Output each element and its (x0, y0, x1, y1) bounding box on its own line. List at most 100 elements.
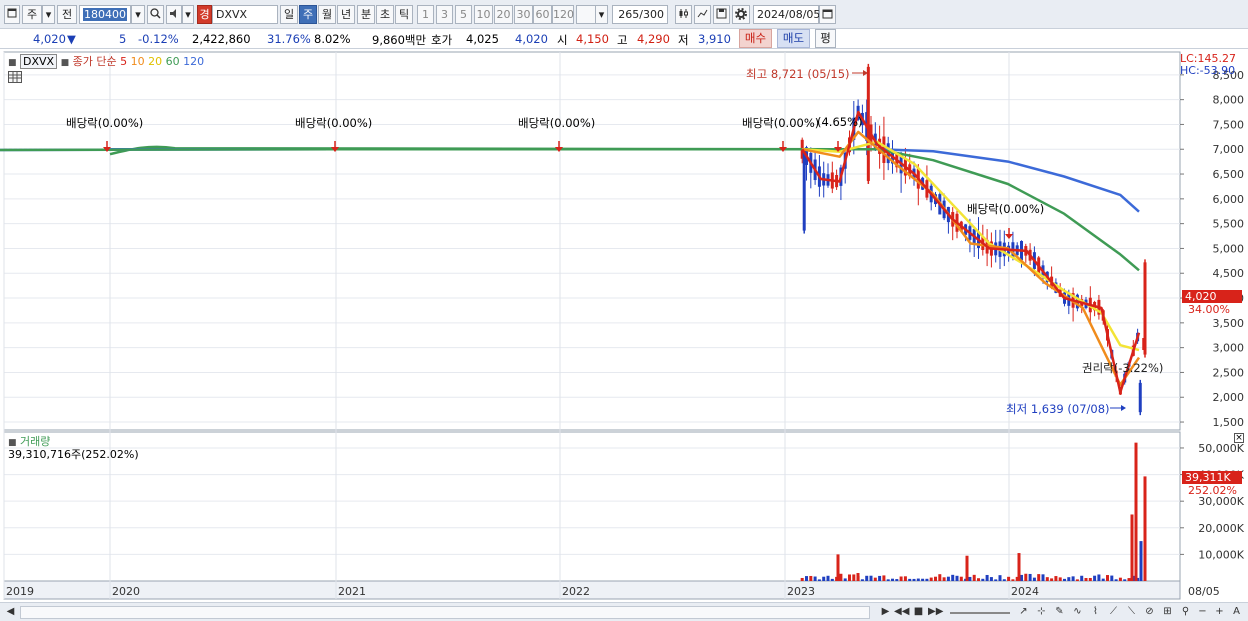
save-icon[interactable] (713, 5, 730, 24)
interval-1[interactable]: 1 (417, 5, 434, 24)
volume-current-tag: 39,311K (1182, 471, 1242, 484)
tab-minute[interactable]: 분 (357, 5, 375, 24)
legend-ma20: 20 (148, 55, 163, 68)
draw-tool-icon[interactable]: ⟍ (1124, 605, 1139, 620)
prev-button[interactable]: 전 (57, 5, 77, 24)
code-dropdown-icon[interactable]: ▾ (131, 5, 145, 24)
volume-bar (891, 578, 895, 581)
volume-bar (852, 574, 856, 581)
tab-month[interactable]: 월 (318, 5, 336, 24)
volume-bar (1075, 579, 1079, 581)
volume-bar (1134, 442, 1138, 581)
volume-bar (813, 576, 817, 581)
candle-type-icon[interactable] (675, 5, 692, 24)
sound-dropdown-icon[interactable]: ▾ (182, 5, 194, 24)
ask-label: 호가 (431, 33, 453, 47)
fast-forward-icon[interactable]: ▶▶ (928, 605, 943, 620)
interval-120[interactable]: 120 (552, 5, 574, 24)
symbol-label[interactable]: DXVX (20, 54, 58, 69)
zoom-in-icon[interactable]: + (1212, 605, 1227, 620)
volume-tick-label: 20,000K (1198, 522, 1244, 535)
low-annotation: 최저 1,639 (07/08) (1006, 402, 1110, 416)
volume-bar (1054, 576, 1058, 581)
interval-5[interactable]: 5 (455, 5, 472, 24)
volume-bar (830, 578, 834, 581)
volume-bar (981, 578, 985, 581)
legend-ma60: 60 (165, 55, 180, 68)
tab-week[interactable]: 주 (299, 5, 317, 24)
bar-count-field[interactable]: 265/300 (612, 5, 668, 24)
volume-bar (1024, 573, 1028, 581)
period-select[interactable]: 주 (22, 5, 42, 24)
settings-gear-icon[interactable] (732, 5, 750, 24)
window-icon[interactable] (4, 5, 20, 24)
scroll-track[interactable] (20, 606, 870, 619)
draw-tool-icon[interactable]: ∿ (1070, 605, 1085, 620)
stock-code-input[interactable]: 180400 (79, 5, 131, 24)
interval-10[interactable]: 10 (474, 5, 493, 24)
volume-bar (925, 578, 929, 581)
font-size-icon[interactable]: A (1229, 605, 1244, 620)
volume-bar (1114, 579, 1118, 581)
interval-3[interactable]: 3 (436, 5, 453, 24)
date-field[interactable]: 2024/08/05 (753, 5, 820, 24)
speed-slider[interactable] (950, 612, 1010, 614)
tab-day[interactable]: 일 (280, 5, 298, 24)
volume-bar (1058, 577, 1062, 581)
zoom-search-icon[interactable]: ⚲ (1178, 605, 1193, 620)
price-legend: ■ DXVX ■ 종가 단순 5 10 20 60 120 (8, 53, 204, 69)
volume-bar (965, 555, 969, 581)
tab-second[interactable]: 초 (376, 5, 394, 24)
interval-30[interactable]: 30 (514, 5, 533, 24)
sound-icon[interactable] (166, 5, 182, 24)
price-tick-label: 4,500 (1213, 267, 1245, 280)
draw-tool-icon[interactable]: ✎ (1052, 605, 1067, 620)
dividend-annotation: 배당락(0.00%) (518, 116, 596, 130)
zoom-out-icon[interactable]: − (1195, 605, 1210, 620)
high-price: 4,290 (637, 32, 670, 46)
volume-bar (955, 575, 959, 581)
sell-button[interactable]: 매도 (777, 29, 810, 48)
custom-interval-dropdown-icon[interactable]: ▾ (595, 5, 608, 24)
close-pane-icon[interactable]: × (1234, 433, 1244, 443)
x-axis-bar (3, 580, 1181, 600)
volume-bar (989, 577, 993, 581)
draw-tool-icon[interactable]: ⊘ (1142, 605, 1157, 620)
tab-tick[interactable]: 틱 (395, 5, 413, 24)
volume-bar (1123, 579, 1127, 581)
buy-button[interactable]: 매수 (739, 29, 772, 48)
volume-bar (972, 574, 976, 581)
draw-tool-icon[interactable]: ⟋ (1106, 605, 1121, 620)
current-pct-tag: 34.00% (1188, 303, 1230, 316)
indicator-icon[interactable] (694, 5, 711, 24)
tab-year[interactable]: 년 (337, 5, 355, 24)
stop-icon[interactable]: ■ (911, 605, 926, 620)
volume-bar (882, 575, 886, 581)
interval-20[interactable]: 20 (494, 5, 513, 24)
draw-tool-icon[interactable]: ⌇ (1088, 605, 1103, 620)
chart-canvas[interactable]: 1,5002,0002,5003,0003,5004,0004,5005,000… (0, 50, 1248, 602)
calendar-icon[interactable] (819, 5, 836, 24)
volume-bar (899, 576, 903, 581)
volume-bar (1130, 514, 1134, 581)
candle-body (1138, 382, 1142, 413)
eval-button[interactable]: 평 (815, 29, 836, 48)
period-dropdown-icon[interactable]: ▾ (42, 5, 55, 24)
scroll-left-icon[interactable]: ◀ (3, 605, 18, 620)
search-icon[interactable] (147, 5, 164, 24)
draw-tool-icon[interactable]: ⊹ (1034, 605, 1049, 620)
volume-bar (1071, 576, 1075, 581)
rewind-icon[interactable]: ◀◀ (894, 605, 909, 620)
draw-tool-icon[interactable]: ↗ (1016, 605, 1031, 620)
candle-body (802, 152, 806, 231)
scroll-right-icon[interactable]: ▶ (878, 605, 893, 620)
grid-toggle-icon[interactable] (8, 71, 22, 83)
stock-name-field[interactable]: DXVX (212, 5, 278, 24)
volume-ratio: 31.76% (267, 32, 311, 46)
volume-bar (878, 575, 882, 581)
interval-60[interactable]: 60 (533, 5, 552, 24)
volume-bar (916, 578, 920, 581)
volume-bar (1032, 577, 1036, 581)
volume-bar (929, 577, 933, 581)
draw-tool-icon[interactable]: ⊞ (1160, 605, 1175, 620)
